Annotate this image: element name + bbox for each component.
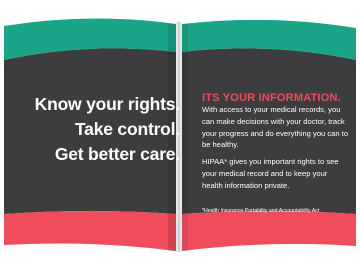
right-paragraph-1: With access to your medical records, you… bbox=[202, 105, 349, 150]
headline-line-3: Get better care. bbox=[54, 144, 180, 164]
brochure: Know your rights. Take control. Get bett… bbox=[0, 0, 360, 267]
spine-shadow-right bbox=[182, 24, 188, 251]
right-panel-coral-band bbox=[182, 211, 356, 251]
left-panel-coral-band bbox=[4, 211, 176, 251]
headline-line-2: Take control. bbox=[74, 119, 180, 139]
left-headline: Know your rights. Take control. Get bett… bbox=[20, 92, 181, 167]
headline-line-1: Know your rights. bbox=[34, 94, 181, 114]
right-paragraph-2: HIPAA* gives you important rights to see… bbox=[202, 157, 339, 190]
right-footnote: *Health Insurance Portability and Accoun… bbox=[202, 208, 320, 214]
right-heading: ITS YOUR INFORMATION. bbox=[202, 92, 341, 104]
